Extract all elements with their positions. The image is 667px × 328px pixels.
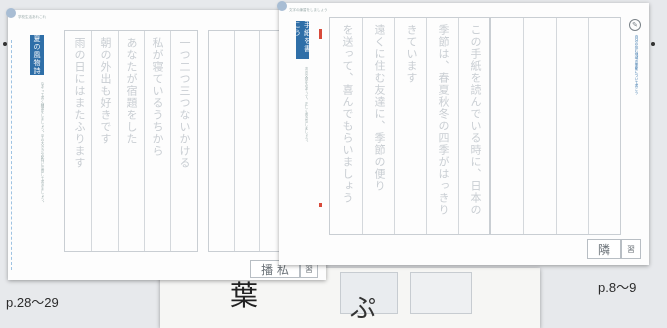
name-box-text: 隣 (597, 242, 610, 257)
tracing-line: を送って、喜んでもらいましょう (341, 24, 354, 204)
grade-box-text: 習 (627, 244, 635, 254)
instruction-text: 次の文章をなぞって、正しく書き写しましょう。 (305, 67, 309, 144)
page-caption-left: p.28～29 (6, 295, 59, 310)
tracing-line: 朝の外出も好きです (99, 37, 112, 145)
tracing-line: 一つ二つ三つないかける (178, 37, 191, 169)
corner-decoration-icon (277, 1, 287, 11)
corner-decoration-icon (6, 8, 16, 18)
grade-box: 習 (621, 239, 641, 259)
tracing-line: 季節は、春夏秋冬の四季がはっきり (437, 24, 450, 216)
page-header: 文字の練習をしましょう (289, 8, 328, 12)
tracing-line: この手紙を読んでいる時に、日本の (469, 24, 482, 216)
tracing-line: きています (405, 24, 418, 84)
tracing-line: 雨の日にはまたふります (73, 37, 86, 169)
tracing-line: あなたが宿題をした (125, 37, 138, 145)
margin-dots (11, 40, 16, 270)
margin-mark (319, 29, 322, 39)
section-tab: 手紙を書こう (294, 21, 312, 59)
page-caption-right: p.8～9 (598, 280, 637, 295)
tracing-grid: この手紙を読んでいる時に、日本の 季節は、春夏秋冬の四季がはっきり きています … (329, 17, 491, 235)
tracing-grid: 一つ二つ三つないかける 私が寝ているうちから あなたが宿題をした 朝の外出も好き… (64, 30, 198, 252)
tracing-line: 私が寝ているうちから (151, 37, 164, 157)
calligraphy-character: 葉 (230, 279, 259, 312)
page-edge-dot (3, 42, 7, 46)
calligraphy-character: ぷ (350, 294, 377, 324)
photo-thumbnail (410, 272, 472, 314)
instruction-text: なぞって書く練習をしましょう。字の大きさや配列に注意して書きましょう。 (41, 82, 45, 205)
workbook-page-right: 文字の練習をしましょう 手紙を書こう 次の文章をなぞって、正しく書き写しましょう… (277, 1, 649, 265)
margin-mark (319, 203, 322, 207)
side-note: 自分の住む地域の季節について書こう (635, 35, 639, 95)
tracing-line: 遠くに住む友達に、季節の便り (373, 24, 386, 192)
pencil-icon: ✎ (629, 19, 641, 31)
name-box: 隣 (587, 239, 621, 259)
section-tab: 夏の風物詩 (30, 35, 44, 75)
page-header: 学校生活あれこれ (18, 15, 46, 19)
page-edge-dot (651, 42, 655, 46)
grade-box-text: 習 (305, 264, 313, 274)
practice-grid (489, 17, 621, 235)
